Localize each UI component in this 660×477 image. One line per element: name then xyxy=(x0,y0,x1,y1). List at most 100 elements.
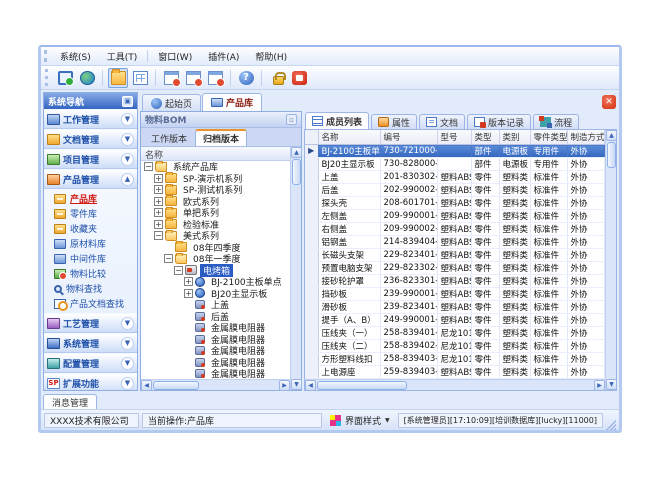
toolbar-button-folder-open[interactable] xyxy=(108,68,128,88)
collapse-icon[interactable]: − xyxy=(154,231,163,240)
column-header-3[interactable]: 型号 xyxy=(437,130,471,145)
table-row[interactable]: BJ20主显示板730-828000-04I部件电源板专用件外协颗 xyxy=(305,158,605,171)
hscroll-thumb[interactable] xyxy=(317,381,407,390)
table-row[interactable]: 预置电脑支架229-823302-00I塑料ABS零件塑料类标准件外协条 xyxy=(305,262,605,275)
toolbar-button-monitor[interactable] xyxy=(55,68,75,88)
table-row[interactable]: 铝钢盖214-839404-01I塑料ABS零件塑料类标准件外协条 xyxy=(305,236,605,249)
bom-tab-1[interactable]: 工作版本 xyxy=(144,131,194,146)
column-header-5[interactable]: 类别 xyxy=(499,130,530,145)
toolbar-button-globe[interactable] xyxy=(77,68,97,88)
scroll-right-icon[interactable]: ▶ xyxy=(594,380,605,391)
scroll-down-icon[interactable]: ▼ xyxy=(291,379,302,390)
sidebar-group-3[interactable]: 项目管理▼ xyxy=(44,149,137,169)
table-row[interactable]: 探头壳208-601701-01I塑料ABS零件塑料类标准件外协条 xyxy=(305,197,605,210)
scroll-right-icon[interactable]: ▶ xyxy=(279,380,290,391)
vscroll-thumb[interactable] xyxy=(607,142,616,168)
table-row[interactable]: 上电源座259-839403-00I塑料ABS零件塑料类标准件外协条 xyxy=(305,366,605,379)
chevron-down-icon[interactable]: ▼ xyxy=(121,337,134,350)
toolbar-button-window-refresh[interactable] xyxy=(183,68,203,88)
doc-tab-1[interactable]: 起始页 xyxy=(142,94,201,111)
sidebar-group-7[interactable]: 配置管理▼ xyxy=(44,353,137,373)
members-tab-1[interactable]: 成员列表 xyxy=(305,112,369,129)
collapse-icon[interactable]: − xyxy=(144,162,153,171)
members-tab-4[interactable]: 版本记录 xyxy=(467,114,531,129)
table-row[interactable]: 左侧盖209-990001-01I塑料ABS零件塑料类标准件外协条 xyxy=(305,210,605,223)
members-tab-3[interactable]: 文档 xyxy=(419,114,465,129)
expand-icon[interactable]: + xyxy=(154,185,163,194)
sidebar-item-4[interactable]: 原材料库 xyxy=(44,236,137,251)
sidebar-group-1[interactable]: 工作管理▼ xyxy=(44,109,137,129)
column-header-6[interactable]: 零件类型 xyxy=(530,130,567,145)
menu-item-1[interactable]: 系统(S) xyxy=(52,48,99,65)
expand-icon[interactable]: + xyxy=(154,197,163,206)
members-tab-5[interactable]: 流程 xyxy=(533,114,579,129)
vscroll-thumb[interactable] xyxy=(292,159,301,185)
bom-collapse-icon[interactable]: ▫ xyxy=(286,114,297,125)
sidebar-item-6[interactable]: 物料比较 xyxy=(44,266,137,281)
sidebar-item-1[interactable]: 产品库 xyxy=(44,191,137,206)
table-row[interactable]: 压线夹（一）258-839401-00I尼龙1010零件塑料类标准件外协条 xyxy=(305,327,605,340)
scroll-up-icon[interactable]: ▲ xyxy=(606,130,617,141)
bom-tab-2[interactable]: 归档版本 xyxy=(195,129,247,146)
sidebar-group-6[interactable]: 系统管理▼ xyxy=(44,333,137,353)
toolbar-button-help[interactable] xyxy=(236,68,256,88)
chevron-down-icon[interactable]: ▼ xyxy=(121,317,134,330)
toolbar-button-window-close[interactable] xyxy=(161,68,181,88)
sidebar-group-2[interactable]: 文档管理▼ xyxy=(44,129,137,149)
chevron-down-icon[interactable]: ▼ xyxy=(121,113,134,126)
resize-grip-icon[interactable] xyxy=(606,420,616,430)
menu-item-4[interactable]: 插件(A) xyxy=(200,48,247,65)
doc-tab-2[interactable]: 产品库 xyxy=(202,93,262,111)
table-row[interactable]: 提手（A、B）249-990001-01I塑料ABS零件塑料类标准件外协条 xyxy=(305,314,605,327)
bom-tree-hscrollbar[interactable]: ◀ ▶ xyxy=(141,379,290,390)
table-row[interactable]: ▶BJ-2100主板单点730-721000-12I部件电源板专用件外协颗 xyxy=(305,145,605,158)
toolbar-button-exit[interactable] xyxy=(289,68,309,88)
scroll-up-icon[interactable]: ▲ xyxy=(291,147,302,158)
sidebar-group-8[interactable]: 扩展功能▼ xyxy=(44,373,137,390)
menu-item-2[interactable]: 工具(T) xyxy=(99,48,146,65)
table-row[interactable]: 滑砂板239-823401-00I塑料ABS零件塑料类标准件外协条 xyxy=(305,301,605,314)
scroll-down-icon[interactable]: ▼ xyxy=(606,379,617,390)
table-row[interactable]: 后盖202-990002-01I塑料ABS零件塑料类标准件外协条 xyxy=(305,184,605,197)
hscroll-thumb[interactable] xyxy=(153,381,199,390)
bom-tree-vscrollbar[interactable]: ▲ ▼ xyxy=(290,147,301,390)
sidebar-item-3[interactable]: 收藏夹 xyxy=(44,221,137,236)
table-row[interactable]: 长磁头支架229-823401-00I塑料ABS零件塑料类标准件外协条 xyxy=(305,249,605,262)
close-tab-icon[interactable]: ✕ xyxy=(602,95,616,109)
message-tab[interactable]: 消息管理 xyxy=(43,394,97,409)
sidebar-item-2[interactable]: 零件库 xyxy=(44,206,137,221)
sidebar-pin-icon[interactable]: ▣ xyxy=(122,96,133,107)
column-header-4[interactable]: 类型 xyxy=(471,130,499,145)
column-header-7[interactable]: 制造方式 xyxy=(567,130,604,145)
toolbar-button-lock[interactable] xyxy=(267,68,287,88)
table-row[interactable]: 上盖201-830302-00I塑料ABS零件塑料类标准件外协条 xyxy=(305,171,605,184)
sidebar-item-7[interactable]: 物料查找 xyxy=(44,281,137,296)
collapse-icon[interactable]: − xyxy=(164,254,173,263)
tree-node[interactable]: 金属膜电阻器 xyxy=(141,368,290,379)
toolbar-button-grid[interactable] xyxy=(130,68,150,88)
collapse-icon[interactable]: − xyxy=(174,266,183,275)
table-row[interactable]: 方形塑料线扣258-839403-00I尼龙1010零件塑料类标准件外协条 xyxy=(305,353,605,366)
table-row[interactable]: 右侧盖209-990002-01I塑料ABS零件塑料类标准件外协条 xyxy=(305,223,605,236)
members-tab-2[interactable]: 属性 xyxy=(371,114,417,129)
column-header-2[interactable]: 编号 xyxy=(380,130,437,145)
tree-column-header[interactable]: 名称 xyxy=(141,147,290,161)
scroll-left-icon[interactable]: ◀ xyxy=(305,380,316,391)
table-row[interactable]: 压线夹（二）258-839402-00I尼龙1010零件塑料类标准件外协条 xyxy=(305,340,605,353)
scroll-left-icon[interactable]: ◀ xyxy=(141,380,152,391)
chevron-down-icon[interactable]: ▼ xyxy=(121,133,134,146)
table-row[interactable]: 接砂轮护罩236-823301-00I塑料ABS零件塑料类标准件外协条 xyxy=(305,275,605,288)
expand-icon[interactable]: + xyxy=(184,289,193,298)
sidebar-item-8[interactable]: 产品文档查找 xyxy=(44,296,137,311)
menu-item-3[interactable]: 窗口(W) xyxy=(150,48,200,65)
members-hscrollbar[interactable]: ◀ ▶ xyxy=(305,379,605,390)
expand-icon[interactable]: + xyxy=(154,174,163,183)
sidebar-group-4[interactable]: 产品管理▲ xyxy=(44,169,137,189)
members-vscrollbar[interactable]: ▲ ▼ xyxy=(605,130,616,390)
table-row[interactable]: 挡砂板239-990001-01I塑料ABS零件塑料类标准件外协条 xyxy=(305,288,605,301)
column-header-1[interactable]: 名称 xyxy=(318,130,380,145)
toolbar-button-window-delete[interactable] xyxy=(205,68,225,88)
ui-style-dropdown[interactable]: 界面样式 ▼ xyxy=(325,413,395,428)
chevron-down-icon[interactable]: ▼ xyxy=(121,377,134,390)
expand-icon[interactable]: + xyxy=(154,208,163,217)
